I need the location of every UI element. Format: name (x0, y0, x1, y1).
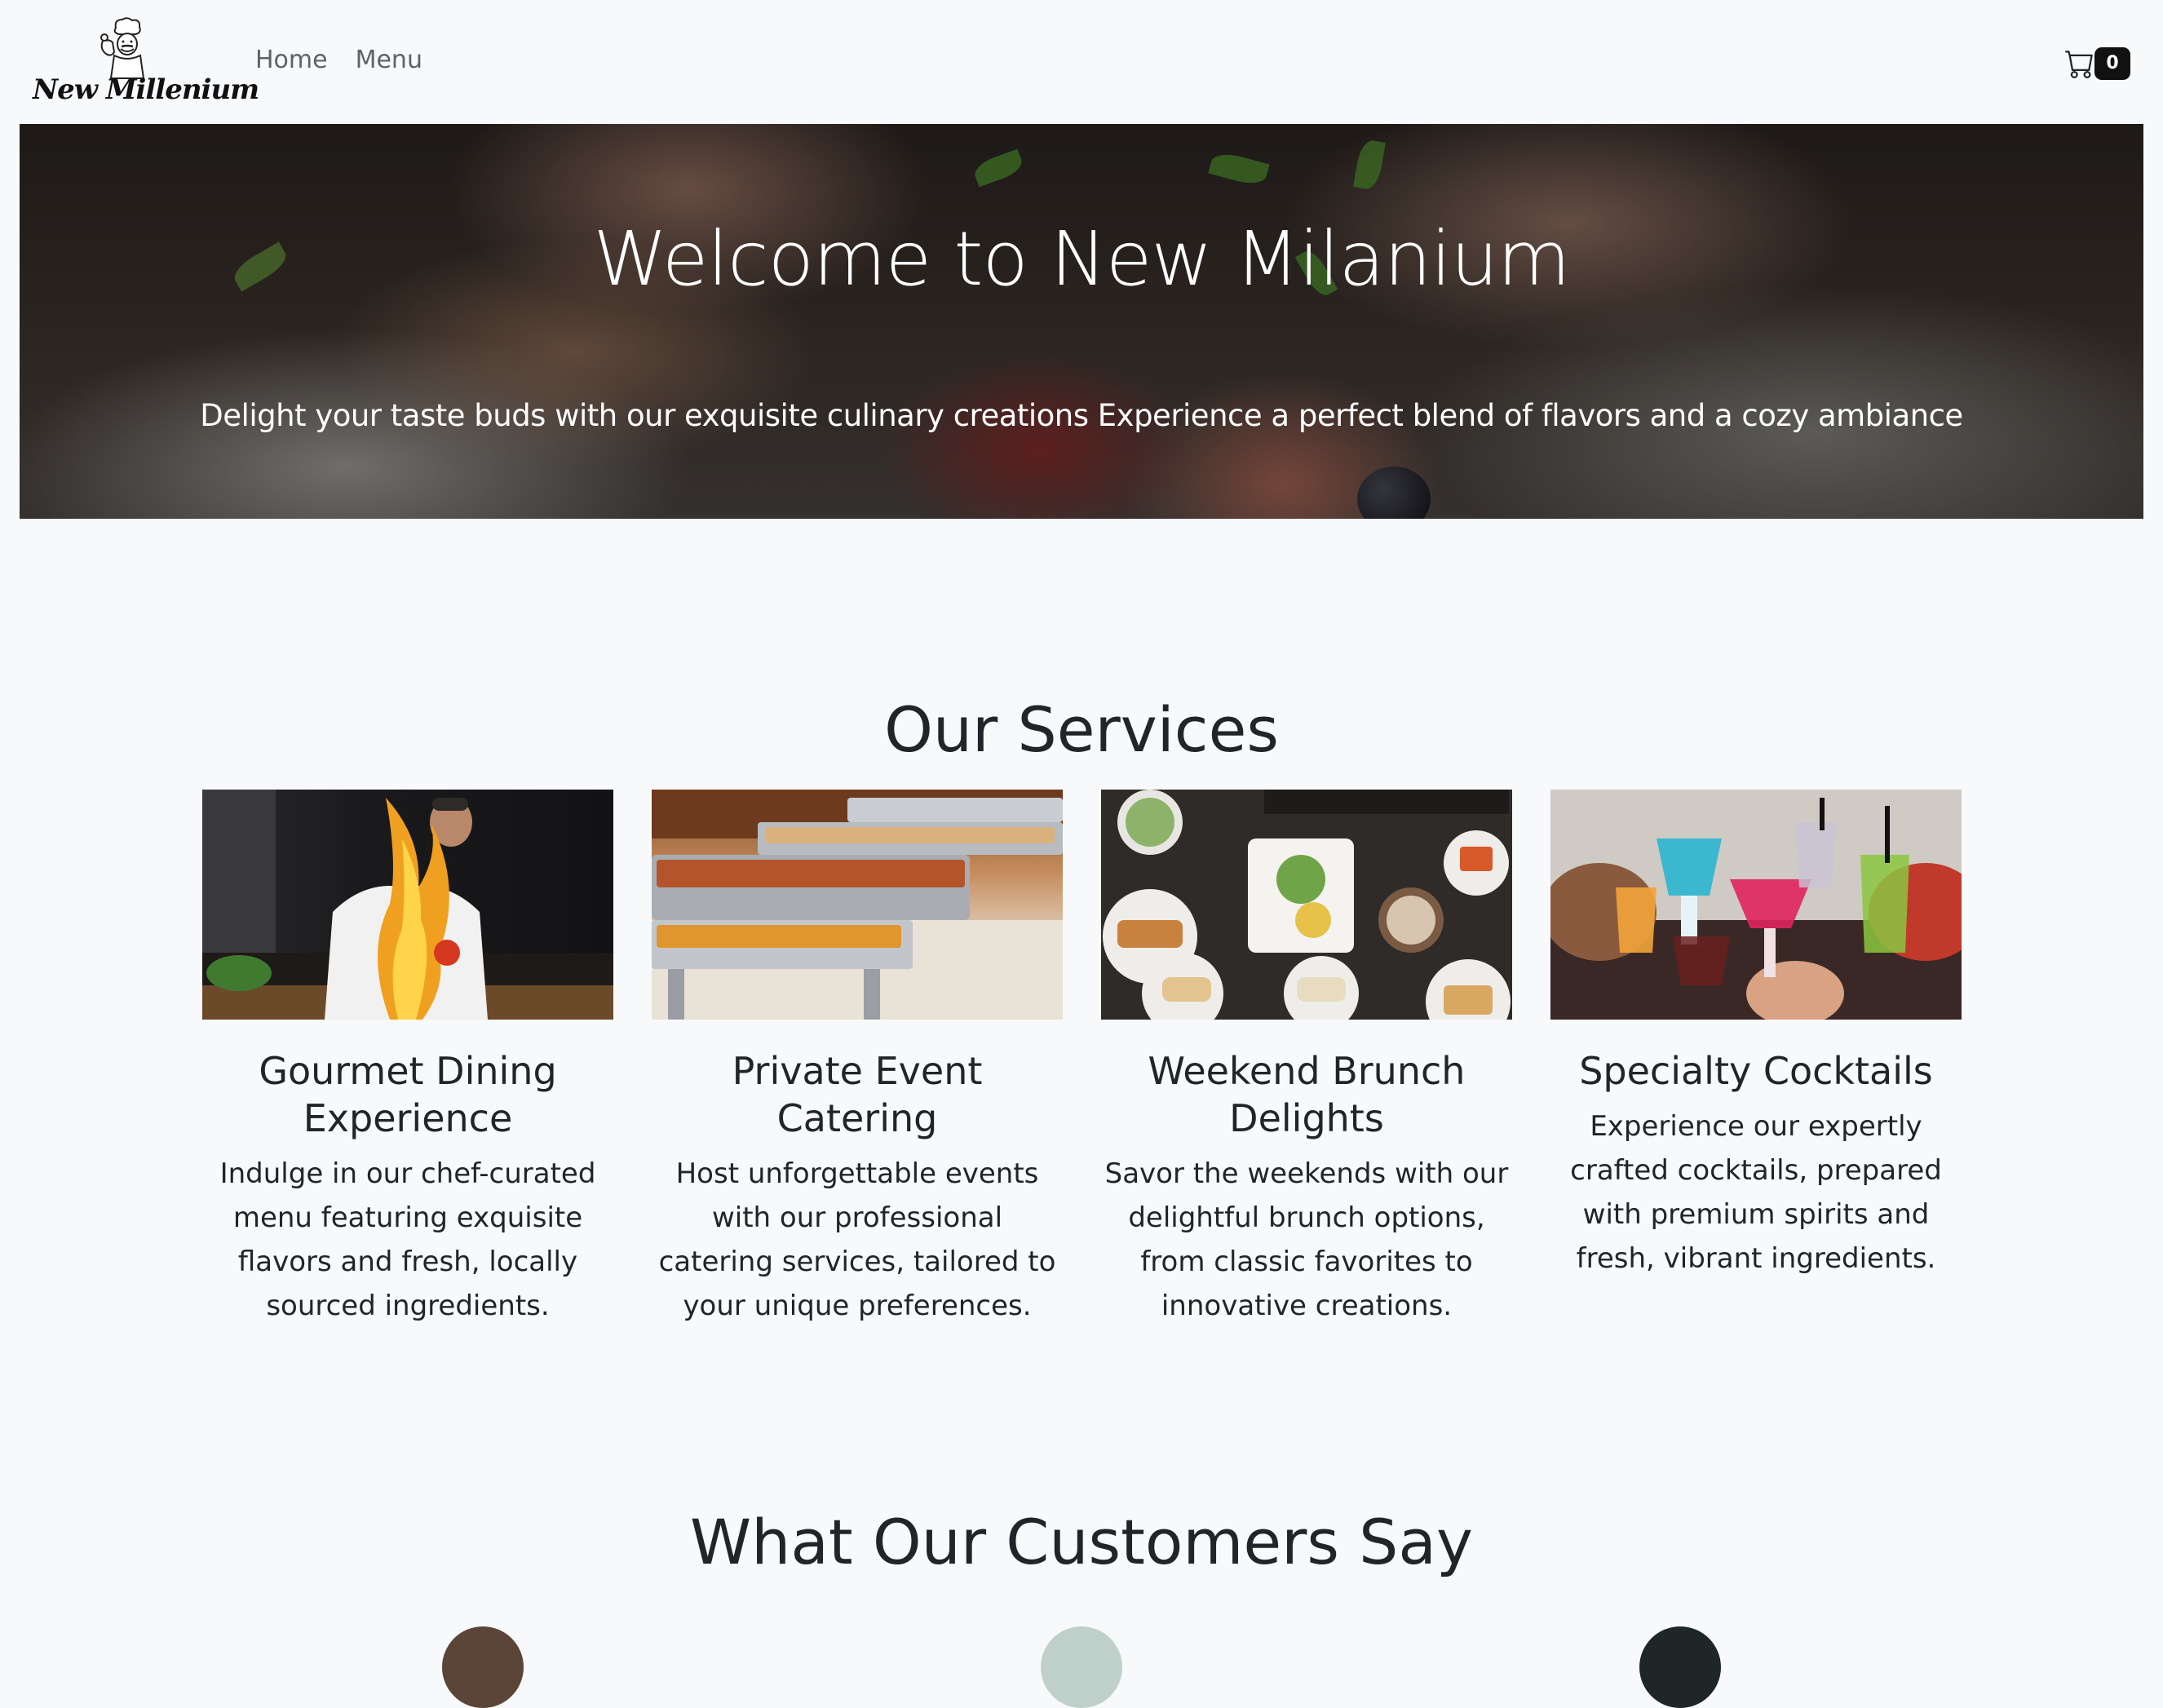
brand-name: New Millenium (33, 73, 259, 106)
hero-title: Welcome to New Milanium (593, 215, 1570, 303)
services-heading: Our Services (884, 693, 1279, 766)
testimonials-heading: What Our Customers Say (690, 1506, 1473, 1578)
customer-avatar (1041, 1626, 1122, 1708)
brand-logo[interactable]: New Millenium (28, 16, 259, 109)
service-image-catering-trays (652, 790, 1063, 1020)
catering-trays-illustration (652, 790, 1063, 1020)
cart-count-badge: 0 (2094, 47, 2130, 80)
service-title: Gourmet Dining Experience (259, 1049, 557, 1140)
customer-avatar (442, 1626, 524, 1708)
service-image-brunch-table (1101, 790, 1512, 1020)
customer-avatar (1639, 1626, 1721, 1708)
hero-subtitle: Delight your taste buds with our exquisi… (200, 398, 1963, 433)
navbar: New Millenium Home Menu 0 (0, 0, 2163, 124)
service-title: Private Event Catering (732, 1049, 983, 1140)
service-description: Indulge in our chef-curated menu featuri… (219, 1157, 596, 1322)
cocktails-illustration (1550, 790, 1962, 1020)
cart-icon (2065, 51, 2093, 78)
chef-logo-icon (100, 17, 145, 79)
hero-overlay (20, 124, 2143, 519)
hero-banner: Welcome to New Milanium Delight your tas… (20, 124, 2143, 519)
service-description: Host unforgettable events with our profe… (658, 1157, 1056, 1322)
service-description: Savor the weekends with our delightful b… (1104, 1157, 1509, 1322)
service-card-specialty-cocktails: Specialty Cocktails Experience our exper… (1550, 790, 1962, 1281)
cart-button[interactable]: 0 (2065, 47, 2130, 83)
nav-links: Home Menu (255, 46, 422, 74)
service-card-weekend-brunch: Weekend Brunch Delights Savor the weeken… (1101, 790, 1512, 1328)
service-title: Specialty Cocktails (1579, 1049, 1933, 1093)
nav-link-home[interactable]: Home (255, 46, 328, 74)
service-card-gourmet-dining: Gourmet Dining Experience Indulge in our… (202, 790, 613, 1328)
brunch-table-illustration (1101, 790, 1512, 1020)
service-description: Experience our expertly crafted cocktail… (1570, 1110, 1942, 1275)
service-image-cocktails-toast (1550, 790, 1962, 1020)
service-card-private-catering: Private Event Catering Host unforgettabl… (652, 790, 1063, 1328)
nav-link-menu[interactable]: Menu (356, 46, 422, 74)
service-image-chef-flambe (202, 790, 613, 1020)
service-title: Weekend Brunch Delights (1148, 1049, 1466, 1140)
chef-flambe-illustration (202, 790, 613, 1020)
